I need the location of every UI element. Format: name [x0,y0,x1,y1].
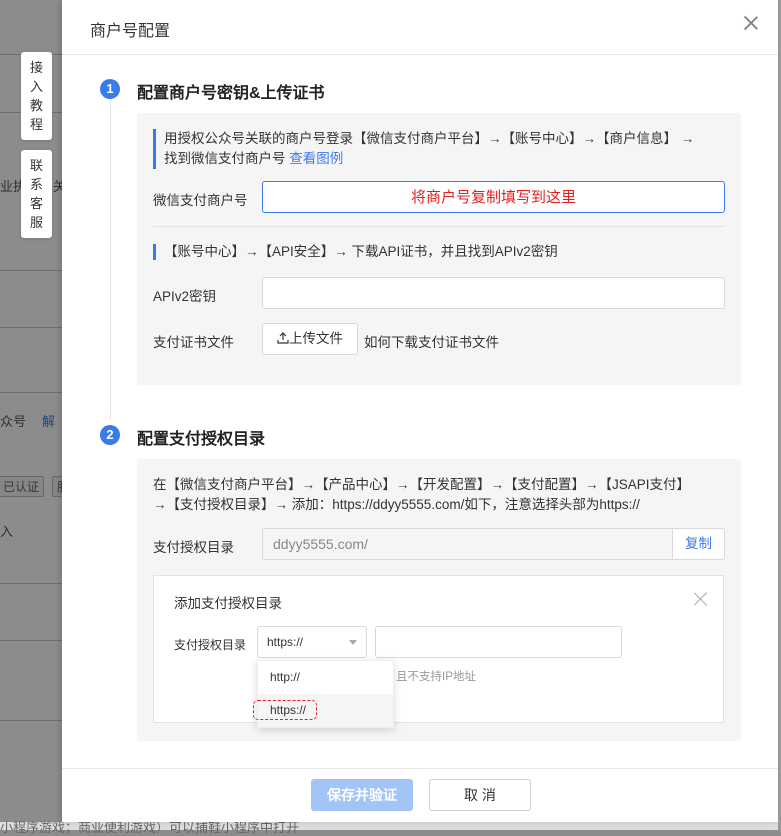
step-2-title: 配置支付授权目录 [137,431,266,448]
auth-dir-label: 支付授权目录 [153,540,234,555]
add-auth-dir-title: 添加支付授权目录 [174,596,282,611]
auth-dir-hint-line2: →【支付授权目录】→ 添加：https://ddyy5555.com/如下，注意… [153,497,640,512]
merchant-id-label: 微信支付商户号 [153,193,248,208]
float-char: 教 [29,98,43,113]
protocol-select[interactable]: https:// [257,626,367,658]
cancel-button[interactable]: 取 消 [429,779,531,811]
float-char: 服 [29,215,43,230]
merchant-hint-text: 用授权公众号关联的商户号登录【微信支付商户平台】→【账号中心】→【商户信息】 → [164,131,695,146]
apiv2-key-label: APIv2密钥 [153,289,217,304]
tutorial-float-button[interactable]: 接 入 教 程 [21,52,52,140]
step-1-title: 配置商户号密钥&上传证书 [137,85,325,102]
merchant-hint: 用授权公众号关联的商户号登录【微信支付商户平台】→【账号中心】→【商户信息】 →… [153,129,719,169]
step-1-badge: 1 [100,79,120,99]
auth-dir-hint-line1: 在【微信支付商户平台】→【产品中心】→【开发配置】→【支付配置】→【JSAPI支… [153,477,691,492]
sub-auth-dir-label: 支付授权目录 [174,638,247,652]
float-char: 程 [29,117,43,132]
step-connector [110,100,111,420]
add-auth-dir-dialog: 添加支付授权目录 支付授权目录 https:// 且不支持IP地址 http:/… [153,575,724,728]
save-verify-button[interactable]: 保存并验证 [311,779,413,811]
customer-service-float-button[interactable]: 联 系 客 服 [21,150,52,238]
protocol-select-value: https:// [267,635,304,649]
bottom-strip: 小程序游戏；商业便利游戏）可以捕鞋小程序中打开 [0,820,781,835]
chevron-down-icon [349,640,357,645]
modal-header: 商户号配置 [62,0,778,55]
modal-footer: 保存并验证 取 消 [62,768,778,823]
highlight-annotation [253,700,317,720]
upload-file-button[interactable]: 上传文件 [262,323,358,355]
merchant-hint-text-2: 找到微信支付商户号 [164,151,286,166]
step-1-panel: 用授权公众号关联的商户号登录【微信支付商户平台】→【账号中心】→【商户信息】 →… [137,113,741,385]
apiv2-key-input[interactable] [262,277,725,309]
upload-icon [277,332,289,344]
float-char: 联 [29,158,43,173]
auth-dir-hint: 在【微信支付商户平台】→【产品中心】→【开发配置】→【支付配置】→【JSAPI支… [153,475,733,515]
auth-dir-value[interactable] [262,528,673,560]
ip-tip: 且不支持IP地址 [396,671,476,683]
float-char: 入 [29,79,43,94]
auth-dir-path-input[interactable] [375,626,622,658]
float-char: 客 [29,196,43,211]
float-char: 接 [29,60,43,75]
protocol-dropdown: http:// https:// [253,660,394,728]
merchant-config-modal: 商户号配置 1 配置商户号密钥&上传证书 用授权公众号关联的商户号登录【微信支付… [62,0,778,822]
cert-file-label: 支付证书文件 [153,335,234,350]
upload-file-label: 上传文件 [289,331,343,346]
option-https[interactable]: https:// [253,694,393,727]
step-2-badge: 2 [100,425,120,445]
api-hint: 【账号中心】→【API安全】→ 下载API证书，并且找到APIv2密钥 [153,244,558,260]
view-example-link[interactable]: 查看图例 [289,151,343,166]
copy-button[interactable]: 复制 [672,528,725,560]
download-cert-help-link[interactable]: 如何下载支付证书文件 [364,331,499,351]
modal-title: 商户号配置 [90,23,171,40]
float-char: 系 [29,177,43,192]
close-icon[interactable] [742,14,760,32]
step-2-panel: 在【微信支付商户平台】→【产品中心】→【开发配置】→【支付配置】→【JSAPI支… [137,459,741,741]
close-icon[interactable] [693,591,709,607]
section-divider [153,226,725,227]
option-http[interactable]: http:// [258,661,393,694]
merchant-id-input[interactable] [262,181,725,213]
